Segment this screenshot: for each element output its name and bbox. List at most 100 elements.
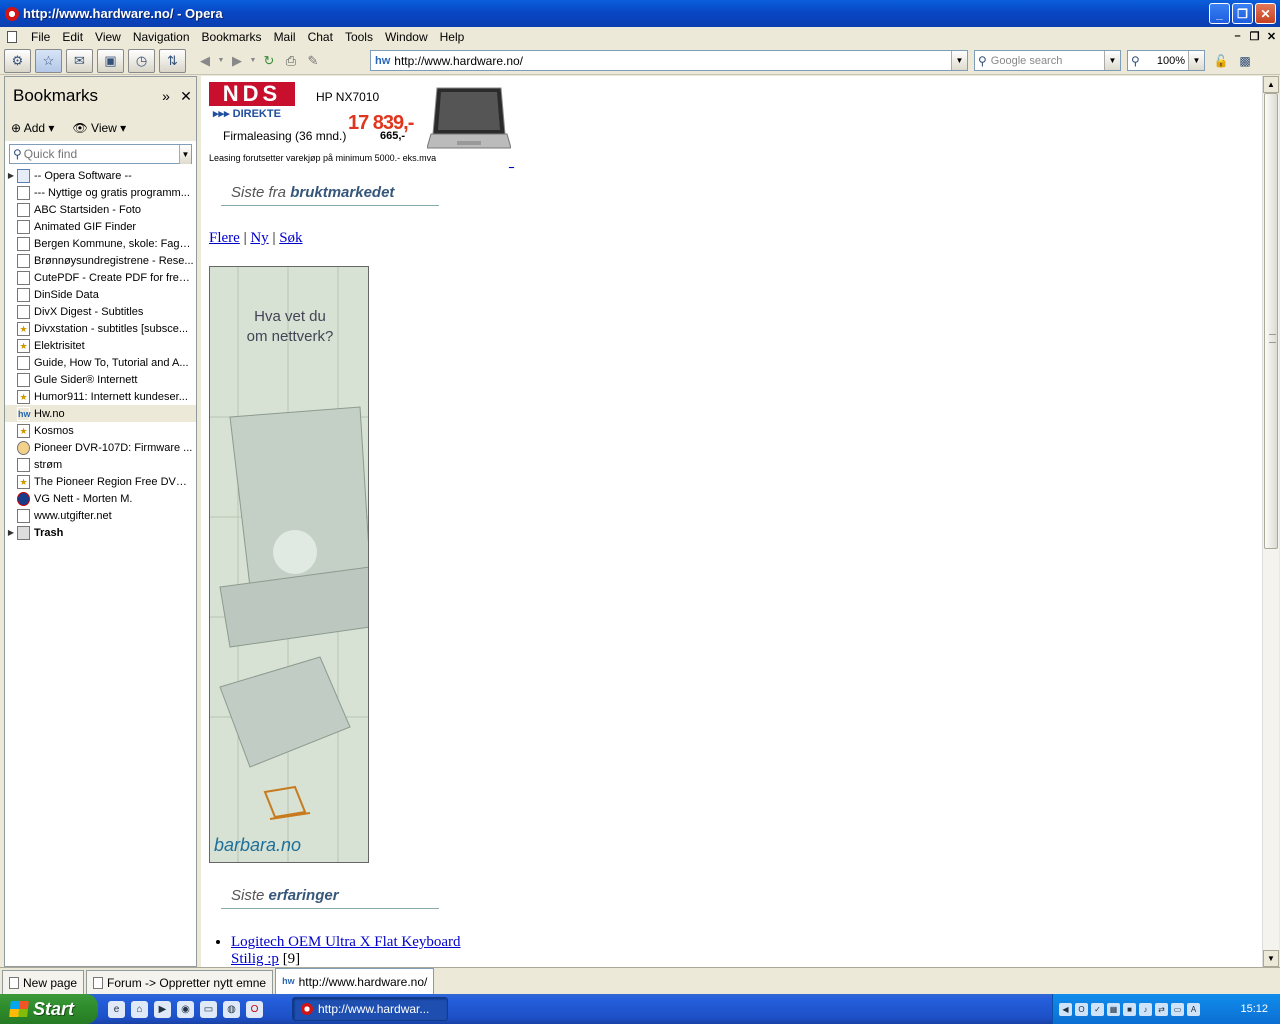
menu-window[interactable]: Window	[379, 30, 434, 44]
scroll-up-icon[interactable]: ▲	[1263, 76, 1279, 93]
scroll-thumb[interactable]	[1264, 93, 1278, 549]
experience-sub-link[interactable]: Stilig :p	[231, 951, 279, 967]
forward-icon[interactable]: ▶	[226, 50, 248, 72]
address-field[interactable]: http://www.hardware.no/	[394, 54, 951, 68]
bookmark-item[interactable]: Brønnøysundregistrene - Rese...	[5, 252, 196, 269]
reload-icon[interactable]: ↻	[258, 50, 280, 72]
menu-mail[interactable]: Mail	[268, 30, 302, 44]
menu-bookmarks[interactable]: Bookmarks	[196, 30, 268, 44]
menu-view[interactable]: View	[89, 30, 127, 44]
bookmark-item[interactable]: DinSide Data	[5, 286, 196, 303]
menu-chat[interactable]: Chat	[302, 30, 339, 44]
ie-icon[interactable]: e	[108, 1000, 125, 1018]
mail-panel-icon[interactable]: ✉	[66, 48, 93, 73]
bookmark-item[interactable]: ★ Humor911: Internett kundeser...	[5, 388, 196, 405]
forward-dropdown-icon[interactable]: ▼	[248, 50, 258, 72]
bookmark-item[interactable]: CutePDF - Create PDF for free...	[5, 269, 196, 286]
bookmark-item[interactable]: Guide, How To, Tutorial and A...	[5, 354, 196, 371]
security-lock-icon[interactable]: 🔓	[1212, 52, 1230, 70]
ad-link[interactable]: _	[509, 158, 514, 168]
link-flere[interactable]: Flere	[209, 230, 240, 246]
add-bookmark-button[interactable]: ⊕ Add ▾	[11, 121, 54, 135]
back-icon[interactable]: ◀	[194, 50, 216, 72]
menu-tools[interactable]: Tools	[339, 30, 379, 44]
bookmark-item[interactable]: Pioneer DVR-107D: Firmware ...	[5, 439, 196, 456]
bookmark-item[interactable]: hw Hw.no	[5, 405, 196, 422]
back-dropdown-icon[interactable]: ▼	[216, 50, 226, 72]
media-player-icon[interactable]: ▶	[154, 1000, 171, 1018]
tab-forum[interactable]: Forum -> Oppretter nytt emne	[86, 970, 274, 994]
panel-close-icon[interactable]: ✕	[176, 88, 196, 105]
tray-display-icon[interactable]: ▭	[1171, 1002, 1184, 1016]
address-dropdown-icon[interactable]: ▼	[951, 51, 967, 70]
tray-opera-icon[interactable]: O	[1075, 1002, 1088, 1016]
minimize-button[interactable]: _	[1209, 3, 1230, 24]
zoom-box[interactable]: ⚲ 100% ▼	[1127, 50, 1205, 71]
experience-link[interactable]: Logitech OEM Ultra X Flat Keyboard	[231, 934, 461, 950]
bookmark-item[interactable]: ABC Startsiden - Foto	[5, 201, 196, 218]
zoom-dropdown-icon[interactable]: ▼	[1188, 51, 1204, 70]
menu-help[interactable]: Help	[434, 30, 471, 44]
image-toggle-icon[interactable]: ▩	[1236, 52, 1254, 70]
tab-new-page[interactable]: New page	[2, 970, 85, 994]
history-icon[interactable]: ◷	[128, 48, 155, 73]
wand-icon[interactable]: ✎	[302, 50, 324, 72]
view-button[interactable]: 👁 View ▾	[72, 121, 126, 135]
tray-expand-icon[interactable]: ◀	[1059, 1002, 1072, 1016]
scroll-down-icon[interactable]: ▼	[1263, 950, 1279, 967]
panel-title[interactable]: Bookmarks	[13, 86, 156, 106]
tray-shield-icon[interactable]: ■	[1123, 1002, 1136, 1016]
address-bar[interactable]: hw http://www.hardware.no/ ▼	[370, 50, 968, 71]
tray-app-icon[interactable]: ✓	[1091, 1002, 1104, 1016]
bookmark-item[interactable]: --- Nyttige og gratis programm...	[5, 184, 196, 201]
nds-advert[interactable]: NDS ▸▸▸ DIREKTE HP NX7010 17 839,- Firma…	[209, 82, 514, 172]
maximize-button[interactable]: ❐	[1232, 3, 1253, 24]
tray-network-icon[interactable]: ▦	[1107, 1002, 1120, 1016]
bookmark-item[interactable]: Gule Sider® Internett	[5, 371, 196, 388]
mdi-minimize-button[interactable]: –	[1229, 28, 1246, 44]
menu-file[interactable]: File	[25, 30, 56, 44]
taskbar-opera-window[interactable]: http://www.hardwar...	[292, 997, 448, 1021]
start-button[interactable]: Start	[0, 994, 98, 1024]
save-icon[interactable]: ▣	[97, 48, 124, 73]
bookmark-folder[interactable]: ▶ -- Opera Software --	[5, 167, 196, 184]
mdi-restore-button[interactable]: ❐	[1246, 28, 1263, 44]
app-icon[interactable]: ◉	[177, 1000, 194, 1018]
search-icon[interactable]: ⚲	[975, 54, 987, 68]
bookmark-item[interactable]: www.utgifter.net	[5, 507, 196, 524]
barbara-banner[interactable]: Hva vet du om nettverk? barbara.no	[209, 266, 369, 863]
zoom-value[interactable]: 100%	[1140, 55, 1188, 67]
quick-find-input[interactable]	[21, 147, 179, 161]
search-box[interactable]: ⚲ Google search ▼	[974, 50, 1121, 71]
document-icon[interactable]	[7, 31, 17, 43]
menu-edit[interactable]: Edit	[56, 30, 89, 44]
menu-navigation[interactable]: Navigation	[127, 30, 196, 44]
search-dropdown-icon[interactable]: ▼	[1104, 51, 1120, 70]
bookmark-item[interactable]: ★ Elektrisitet	[5, 337, 196, 354]
quick-find-dropdown-icon[interactable]: ▼	[178, 144, 191, 164]
print-icon[interactable]: ⎙	[280, 50, 302, 72]
bookmarks-panel-icon[interactable]: ☆	[35, 48, 62, 73]
link-ny[interactable]: Ny	[250, 230, 268, 246]
bookmark-item[interactable]: strøm	[5, 456, 196, 473]
tray-volume-icon[interactable]: ♪	[1139, 1002, 1152, 1016]
bookmark-item[interactable]: DivX Digest - Subtitles	[5, 303, 196, 320]
link-sok[interactable]: Søk	[279, 230, 302, 246]
bookmark-item[interactable]: Bergen Kommune, skole: Fagsi...	[5, 235, 196, 252]
search-input[interactable]: Google search	[987, 55, 1104, 67]
bookmark-item[interactable]: ★ Kosmos	[5, 422, 196, 439]
expand-icon[interactable]: ▶	[5, 528, 17, 537]
firefox-icon[interactable]: ◍	[223, 1000, 240, 1018]
bookmark-item[interactable]: ★ Divxstation - subtitles [subsce...	[5, 320, 196, 337]
tab-hardware[interactable]: hw http://www.hardware.no/	[275, 968, 435, 994]
desktop-icon[interactable]: ▭	[200, 1000, 217, 1018]
bookmark-trash[interactable]: ▶ Trash	[5, 524, 196, 541]
transfers-icon[interactable]: ⇅	[159, 48, 186, 73]
tray-ati-icon[interactable]: A	[1187, 1002, 1200, 1016]
close-button[interactable]: ✕	[1255, 3, 1276, 24]
opera-icon[interactable]: O	[246, 1000, 263, 1018]
network-icon[interactable]: ⌂	[131, 1000, 148, 1018]
bookmark-item[interactable]: VG Nett - Morten M.	[5, 490, 196, 507]
mdi-close-button[interactable]: ✕	[1263, 28, 1280, 44]
panels-toggle-icon[interactable]: ⚙	[4, 48, 31, 73]
